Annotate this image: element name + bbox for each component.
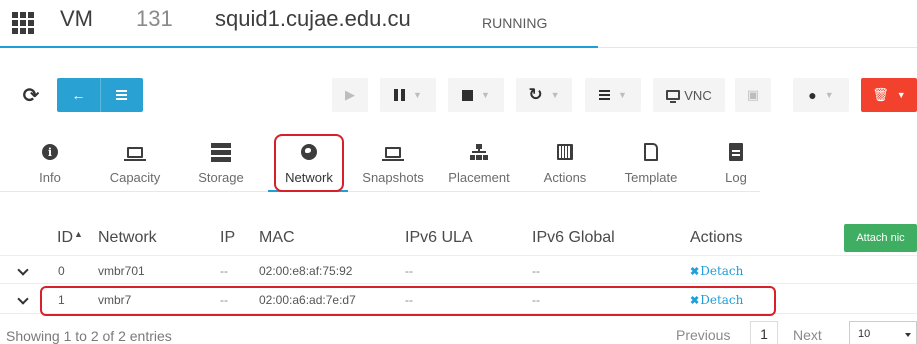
tab-capacity[interactable]: Capacity bbox=[104, 140, 166, 192]
monitor-icon bbox=[666, 90, 681, 103]
column-header-ipv6-ula[interactable]: IPv6 ULA bbox=[405, 229, 473, 247]
play-icon: ▶ bbox=[345, 87, 355, 102]
back-list-group: ← bbox=[57, 78, 143, 112]
caret-down-icon: ▼ bbox=[824, 90, 834, 100]
file-icon bbox=[644, 143, 658, 161]
tab-label: Log bbox=[725, 170, 747, 185]
column-header-actions: Actions bbox=[690, 229, 743, 246]
arrow-left-icon: ← bbox=[71, 87, 86, 103]
tab-log[interactable]: Log bbox=[718, 140, 754, 192]
tab-label: Snapshots bbox=[362, 170, 424, 185]
reboot-icon: ↻ bbox=[528, 85, 543, 104]
back-button[interactable]: ← bbox=[58, 87, 100, 103]
tab-label: Storage bbox=[198, 170, 244, 185]
cell-mac: 02:00:e8:af:75:92 bbox=[259, 264, 353, 278]
info-icon: i bbox=[42, 144, 58, 160]
column-header-ip[interactable]: IP bbox=[220, 229, 235, 247]
close-icon: ✖ bbox=[690, 266, 700, 278]
tab-snapshots[interactable]: Snapshots bbox=[360, 140, 426, 192]
delete-button[interactable]: 🗑 ▼ bbox=[861, 78, 917, 112]
stop-icon bbox=[462, 89, 474, 101]
column-header-mac[interactable]: MAC bbox=[259, 229, 295, 247]
column-header-ipv6-global[interactable]: IPv6 Global bbox=[532, 229, 615, 247]
previous-page-button[interactable]: Previous bbox=[676, 327, 730, 343]
caret-down-icon: ▼ bbox=[413, 90, 422, 100]
play-button[interactable]: ▶ bbox=[332, 78, 368, 112]
header-row-divider bbox=[0, 255, 917, 256]
tab-label: Template bbox=[624, 170, 678, 185]
storage-icon bbox=[211, 142, 231, 162]
header-accent-underline bbox=[0, 46, 598, 48]
vnc-button[interactable]: VNC bbox=[653, 78, 725, 112]
next-page-button[interactable]: Next bbox=[793, 327, 822, 343]
tabs-divider bbox=[0, 191, 760, 192]
laptop-icon bbox=[382, 146, 404, 161]
tab-label: Capacity bbox=[109, 170, 161, 185]
laptop-icon bbox=[124, 146, 146, 161]
chevron-down-icon[interactable] bbox=[17, 296, 29, 308]
highlight-box-network-tab bbox=[274, 134, 344, 192]
tab-storage[interactable]: Storage bbox=[194, 140, 248, 192]
caret-down-icon: ▼ bbox=[481, 90, 490, 100]
more-actions-button[interactable]: ▼ bbox=[585, 78, 641, 112]
list-icon bbox=[116, 90, 127, 100]
detach-label: Detach bbox=[700, 264, 744, 278]
cell-network: vmbr701 bbox=[98, 264, 145, 278]
cell-ipv6-global: -- bbox=[532, 264, 540, 278]
user-icon: ● bbox=[808, 87, 817, 103]
tab-label: Placement bbox=[448, 170, 510, 185]
caret-down-icon: ▼ bbox=[550, 90, 560, 100]
sort-asc-icon: ▲ bbox=[74, 229, 83, 239]
page-size-select[interactable]: 10 bbox=[849, 321, 917, 344]
page-header: VM 131 squid1.cujae.edu.cu RUNNING bbox=[0, 0, 917, 48]
resource-type: VM bbox=[60, 6, 93, 31]
vm-id: 131 bbox=[136, 6, 173, 31]
calendar-icon bbox=[557, 144, 573, 160]
row-divider bbox=[0, 283, 917, 284]
tab-label: Info bbox=[39, 170, 61, 185]
sitemap-icon bbox=[470, 144, 488, 160]
tab-actions[interactable]: Actions bbox=[540, 140, 590, 192]
list-view-button[interactable] bbox=[101, 90, 143, 100]
caret-down-icon: ▼ bbox=[896, 90, 906, 100]
page-1-button[interactable]: 1 bbox=[750, 321, 778, 344]
vm-state: RUNNING bbox=[482, 15, 548, 31]
user-button[interactable]: ● ▼ bbox=[793, 78, 849, 112]
caret-down-icon: ▼ bbox=[618, 90, 627, 100]
save-button[interactable]: ▣ bbox=[735, 78, 771, 112]
cell-id: 0 bbox=[58, 264, 65, 278]
pause-icon bbox=[394, 89, 406, 101]
vm-name: squid1.cujae.edu.cu bbox=[215, 6, 411, 31]
tab-placement[interactable]: Placement bbox=[446, 140, 512, 192]
attach-nic-button[interactable]: Attach nic bbox=[844, 224, 917, 252]
tab-template[interactable]: Template bbox=[620, 140, 682, 192]
trash-icon: 🗑 bbox=[872, 87, 889, 102]
highlight-box-nic-row bbox=[40, 286, 776, 316]
column-header-network[interactable]: Network bbox=[98, 229, 157, 247]
refresh-button[interactable]: ⟳ bbox=[14, 78, 48, 112]
entries-info: Showing 1 to 2 of 2 entries bbox=[6, 328, 172, 344]
pause-button[interactable]: ▼ bbox=[380, 78, 436, 112]
vnc-label: VNC bbox=[684, 87, 712, 103]
stop-button[interactable]: ▼ bbox=[448, 78, 504, 112]
log-icon bbox=[729, 143, 743, 161]
tab-label: Actions bbox=[543, 170, 587, 185]
refresh-icon: ⟳ bbox=[22, 84, 40, 107]
floppy-icon: ▣ bbox=[746, 87, 760, 102]
chevron-down-icon[interactable] bbox=[17, 267, 29, 279]
cell-ip: -- bbox=[220, 264, 228, 278]
detach-button[interactable]: ✖Detach bbox=[690, 264, 743, 278]
list-icon bbox=[599, 90, 611, 100]
column-header-id[interactable]: ID▲ bbox=[57, 229, 83, 247]
apps-grid-icon[interactable] bbox=[12, 12, 34, 34]
cell-ipv6-ula: -- bbox=[405, 264, 413, 278]
tab-info[interactable]: i Info bbox=[30, 140, 70, 192]
reboot-button[interactable]: ↻ ▼ bbox=[516, 78, 572, 112]
